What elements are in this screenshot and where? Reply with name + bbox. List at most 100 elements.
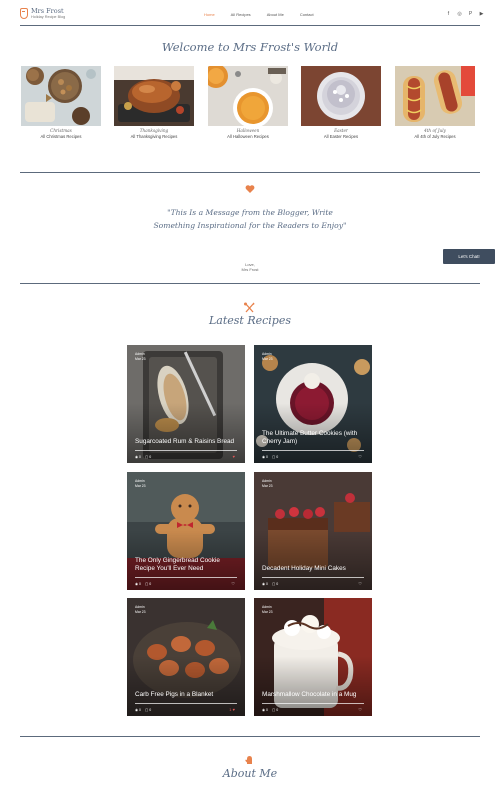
category-halloween[interactable]: Halloween All Halloween Recipes [208,66,288,139]
nav-all-recipes[interactable]: All Recipes [231,12,251,17]
category-image[interactable] [21,66,101,126]
card-meta: Admin Mar 23 [262,605,273,615]
card-title[interactable]: Sugarcoated Rum & Raisins Bread [135,438,235,446]
like-heart-icon[interactable]: ♥ [233,454,235,459]
eye-icon: ◉ [262,582,266,586]
recipe-card[interactable]: Admin Mar 23 Carb Free Pigs in a Blanket… [127,598,245,716]
category-christmas[interactable]: Christmas All Christmas Recipes [21,66,101,139]
category-4th-of-july[interactable]: 4th of July All 4th of July Recipes [395,66,475,139]
card-stats: ◉ 0 ▢ 0 [135,455,151,459]
recipe-card[interactable]: Admin Mar 23 Marshmallow Chocolate in a … [254,598,372,716]
blogger-quote: "This Is a Message from the Blogger, Wri… [153,208,347,230]
comment-count: 0 [276,708,279,712]
card-divider [135,703,237,704]
like-heart-icon[interactable]: 1 ♥ [229,707,235,712]
like-heart-icon[interactable]: ♡ [358,581,362,586]
card-divider [135,450,237,451]
card-date: Mar 23 [135,610,146,614]
instagram-icon[interactable]: ◎ [457,11,462,17]
card-meta: Admin Mar 23 [262,352,273,362]
nav-home[interactable]: Home [204,12,215,17]
utensils-icon [244,302,255,313]
social-bar: f ◎ P ▶ [446,11,484,17]
eye-icon: ◉ [262,708,266,712]
category-link[interactable]: All 4th of July Recipes [395,134,475,139]
card-title[interactable]: The Only Gingerbread Cookie Recipe You'l… [135,557,235,573]
recipe-card[interactable]: Admin Mar 23 Decadent Holiday Mini Cakes… [254,472,372,590]
card-title[interactable]: The Ultimate Butter Cookies (with Cherry… [262,430,362,446]
card-meta: Admin Mar 23 [262,479,273,489]
latest-recipes-title: Latest Recipes [208,314,292,327]
card-title[interactable]: Marshmallow Chocolate in a Mug [262,691,362,699]
card-meta: Admin Mar 23 [135,479,146,489]
card-meta: Admin Mar 23 [135,605,146,615]
lets-chat-button[interactable]: Let's Chat! [443,249,495,264]
recipe-card[interactable]: Admin Mar 23 Sugarcoated Rum & Raisins B… [127,345,245,463]
nav-about-me[interactable]: About Me [267,12,284,17]
category-image[interactable] [395,66,475,126]
view-count: 0 [139,455,141,459]
category-link[interactable]: All Halloween Recipes [208,134,288,139]
card-date: Mar 23 [135,484,146,488]
brand-name: Mrs Frost [31,7,64,15]
category-name: Halloween [236,128,260,133]
like-heart-icon[interactable]: ♡ [358,454,362,459]
card-divider [262,703,364,704]
like-heart-icon[interactable]: ♡ [231,581,235,586]
category-link[interactable]: All Christmas Recipes [21,134,101,139]
youtube-icon[interactable]: ▶ [479,11,484,17]
card-stats: ◉ 0 ▢ 0 [262,708,278,712]
card-divider [262,577,364,578]
comment-icon: ▢ [272,582,276,586]
comment-count: 0 [276,455,279,459]
category-image[interactable] [301,66,381,126]
recipe-card[interactable]: Admin Mar 23 The Ultimate Butter Cookies… [254,345,372,463]
section-divider [20,736,480,737]
card-stats: ◉ 0 ▢ 0 [135,708,151,712]
comment-icon: ▢ [272,455,276,459]
category-name: Christmas [50,128,72,133]
logo[interactable]: Mrs Frost Holiday Recipe Blog [20,8,65,20]
heart-icon [245,185,255,193]
category-thanksgiving[interactable]: Thanksgiving All Thanksgiving Recipes [114,66,194,139]
view-count: 0 [139,582,141,586]
recipe-card[interactable]: Admin Mar 23 The Only Gingerbread Cookie… [127,472,245,590]
card-meta: Admin Mar 23 [135,352,146,362]
comment-count: 0 [149,708,152,712]
site-header: Mrs Frost Holiday Recipe Blog Home All R… [0,0,500,26]
comment-count: 0 [149,582,152,586]
section-divider [20,172,480,173]
card-stats: ◉ 0 ▢ 0 [135,582,151,586]
eye-icon: ◉ [135,582,139,586]
card-divider [262,450,364,451]
card-overlay [254,530,372,590]
card-overlay [127,403,245,463]
pinterest-icon[interactable]: P [468,11,473,17]
comment-icon: ▢ [145,582,149,586]
facebook-icon[interactable]: f [446,11,451,17]
logo-mug-icon [20,8,28,19]
card-date: Mar 23 [262,357,273,361]
category-image[interactable] [208,66,288,126]
category-name: Easter [334,128,348,133]
category-image[interactable] [114,66,194,126]
card-title[interactable]: Decadent Holiday Mini Cakes [262,565,362,573]
card-overlay [254,656,372,716]
card-date: Mar 23 [262,610,273,614]
eye-icon: ◉ [135,708,139,712]
card-title[interactable]: Carb Free Pigs in a Blanket [135,691,235,699]
nav-contact[interactable]: Contact [300,12,314,17]
eye-icon: ◉ [135,455,139,459]
comment-count: 0 [149,455,152,459]
category-name: Thanksgiving [139,128,169,133]
brand-tagline: Holiday Recipe Blog [31,15,66,19]
category-easter[interactable]: Easter All Easter Recipes [301,66,381,139]
about-me-title: About Me [222,767,278,780]
category-link[interactable]: All Thanksgiving Recipes [114,134,194,139]
like-heart-icon[interactable]: ♡ [358,707,362,712]
category-link[interactable]: All Easter Recipes [301,134,381,139]
card-date: Mar 23 [262,484,273,488]
like-count: 1 [229,707,232,712]
view-count: 0 [139,708,141,712]
view-count: 0 [266,455,268,459]
